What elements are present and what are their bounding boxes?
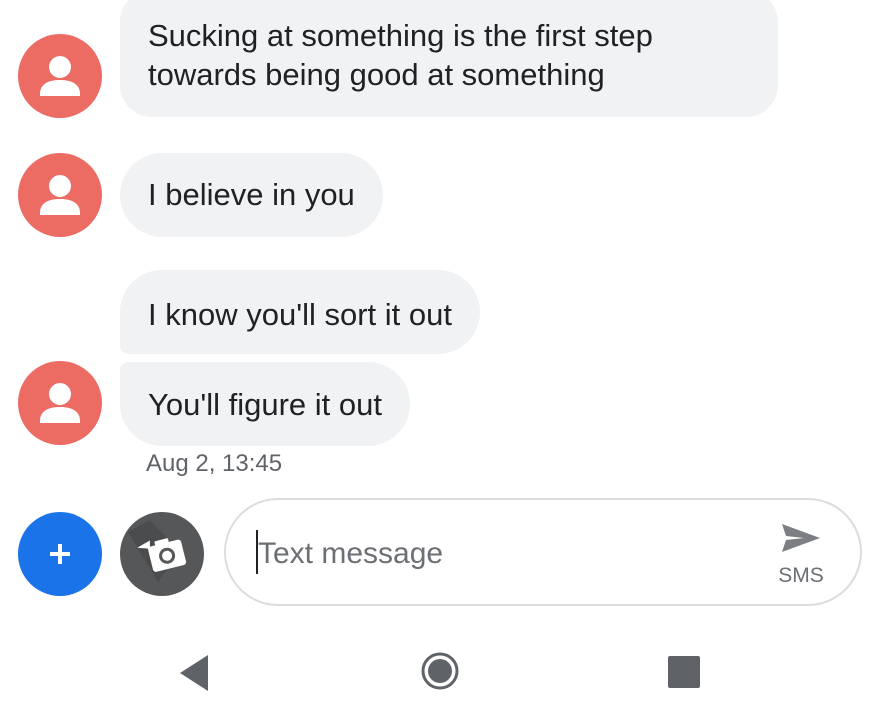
message-bubble[interactable]: Sucking at something is the first step t… bbox=[120, 0, 778, 117]
plus-icon bbox=[50, 544, 70, 564]
message-bubble[interactable]: I believe in you bbox=[120, 153, 383, 237]
contact-avatar[interactable] bbox=[18, 361, 102, 445]
nav-recents-button[interactable] bbox=[648, 640, 718, 706]
message-text: I know you'll sort it out bbox=[148, 297, 452, 332]
message-text: I believe in you bbox=[148, 177, 355, 212]
send-button[interactable]: SMS bbox=[766, 518, 836, 594]
send-icon bbox=[782, 524, 820, 552]
message-composer: SMS bbox=[224, 498, 862, 606]
message-text-line: Sucking at something is the first step bbox=[148, 18, 653, 53]
person-icon bbox=[40, 56, 80, 96]
message-text-line: towards being good at something bbox=[148, 57, 605, 92]
system-navigation-bar bbox=[0, 640, 880, 710]
back-triangle-icon bbox=[180, 655, 208, 691]
camera-icon bbox=[128, 520, 187, 582]
message-text: You'll figure it out bbox=[148, 387, 382, 422]
nav-home-button[interactable] bbox=[405, 640, 475, 706]
add-attachment-button[interactable] bbox=[18, 512, 102, 596]
message-bubble[interactable]: You'll figure it out bbox=[120, 362, 410, 446]
message-input[interactable] bbox=[256, 530, 740, 578]
person-icon bbox=[40, 383, 80, 423]
person-icon bbox=[40, 175, 80, 215]
text-cursor bbox=[256, 530, 258, 574]
messaging-screen: Sucking at something is the first step t… bbox=[0, 0, 880, 723]
message-bubble[interactable]: I know you'll sort it out bbox=[120, 270, 480, 354]
contact-avatar[interactable] bbox=[18, 153, 102, 237]
sms-label: SMS bbox=[778, 564, 824, 587]
recents-square-icon bbox=[668, 656, 700, 688]
camera-button[interactable] bbox=[120, 512, 204, 596]
nav-back-button[interactable] bbox=[160, 640, 230, 706]
home-circle-icon bbox=[421, 652, 459, 690]
contact-avatar[interactable] bbox=[18, 34, 102, 118]
message-timestamp: Aug 2, 13:45 bbox=[146, 450, 283, 477]
